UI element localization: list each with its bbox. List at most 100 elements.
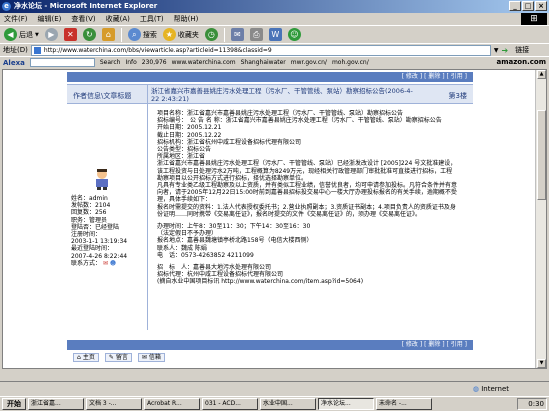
alexa-search-input[interactable] [29, 58, 95, 67]
author-info: 姓名：admin 发帖数：2104 回复数：256 职务：管理员 登陆否：已经登… [71, 195, 145, 267]
minimize-button[interactable]: _ [509, 1, 521, 11]
start-button[interactable]: 开始 [2, 398, 26, 410]
post-content: 项目名称：浙江省嘉兴市嘉善县姚庄污水处理工程（污水厂、干管管线、泵站）勘察招标公… [157, 110, 458, 218]
task-waterchina[interactable]: 水业中国... [260, 398, 316, 410]
print-icon: ⎙ [249, 28, 263, 41]
search-button[interactable]: ⌕ 搜索 [127, 28, 157, 41]
register-time-label: 注册时间： [71, 231, 102, 239]
taskbar: 开始 浙江省嘉... 文档 3 -... Acrobat R... 031 - … [0, 396, 549, 411]
login-state: 已经登陆 [95, 223, 120, 231]
favorites-button[interactable]: ★ 收藏夹 [162, 28, 199, 41]
stop-button[interactable]: ✕ [63, 28, 77, 41]
post-bottom-actions[interactable]: [ 修改 ] [ 删除 ] [ 引用 ] [67, 340, 473, 350]
address-input[interactable]: http://www.waterchina.com/bbs/viewarticl… [30, 44, 491, 56]
post-title: 浙江省嘉兴市嘉善县姚庄污水处理工程（污水厂、干管管线、泵站）勘察招标公告(200… [151, 87, 413, 103]
homepage-button[interactable]: ⌂ 主页 [73, 353, 99, 362]
home-icon: ⌂ [101, 28, 115, 41]
ie-window: e 净水论坛 - Microsoft Internet Explorer _ □… [0, 0, 549, 411]
task-untitled[interactable]: 未命名 -... [376, 398, 432, 410]
alexa-link-moh[interactable]: moh.gov.cn/ [332, 59, 369, 66]
title-bar: e 净水论坛 - Microsoft Internet Explorer _ □… [0, 0, 549, 13]
contact-label: 联系方式： [71, 259, 102, 267]
alexa-link-mwr[interactable]: mwr.gov.cn/ [291, 59, 327, 66]
post-icons: ⌂ 主页 ✎ 留言 ✉ 信箱 [73, 353, 165, 362]
address-url: http://www.waterchina.com/bbs/viewarticl… [43, 46, 272, 54]
menu-view[interactable]: 查看(V) [71, 14, 95, 24]
page-icon [33, 46, 41, 54]
toolbar-separator [223, 27, 225, 42]
links-label[interactable]: 链接 [515, 45, 529, 55]
task-forum[interactable]: 净水论坛... [318, 398, 374, 410]
mail-icon: ✉ [230, 28, 244, 41]
menu-help[interactable]: 帮助(H) [174, 14, 199, 24]
alexa-toolbar: Alexa Search Info 230,976 www.waterchina… [0, 56, 549, 68]
forum-post: [ 修改 ] [ 删除 ] [ 引用 ] 作者信息\文章标题 浙江省嘉兴市嘉善县… [67, 70, 473, 368]
message-label: 留言 [115, 354, 128, 361]
login-state-label: 登陆否： [71, 223, 96, 231]
history-icon: ◷ [204, 28, 218, 41]
alexa-info-button[interactable]: Info [125, 59, 136, 66]
task-acdsee[interactable]: 031 - ACD... [202, 398, 258, 410]
menu-favorites[interactable]: 收藏(A) [106, 14, 130, 24]
globe-icon: ◍ [472, 385, 479, 393]
alexa-logo: Alexa [3, 58, 25, 67]
search-label: 搜索 [142, 30, 157, 39]
floor-number: 第3楼 [448, 92, 467, 100]
windows-logo-icon: ⊞ [521, 13, 547, 25]
task-acrobat[interactable]: Acrobat R... [144, 398, 200, 410]
scroll-up-icon[interactable]: ▲ [537, 70, 546, 79]
qq-icon[interactable]: ☻ [110, 260, 116, 267]
amazon-logo[interactable]: amazon.com [496, 58, 546, 66]
last-login-label: 最近登陆时间： [71, 245, 114, 253]
task-zhejiang[interactable]: 浙江省嘉... [28, 398, 84, 410]
mail-button[interactable]: ✉ [230, 28, 244, 41]
address-dropdown-icon[interactable]: ▼ [494, 47, 499, 54]
messenger-button[interactable]: ☺ [287, 28, 301, 41]
chevron-down-icon: ▼ [35, 31, 39, 38]
contact-icon[interactable]: ✉ [103, 260, 108, 267]
close-button[interactable]: × [535, 1, 547, 11]
refresh-button[interactable]: ↻ [82, 28, 96, 41]
post-header: 作者信息\文章标题 浙江省嘉兴市嘉善县姚庄污水处理工程（污水厂、干管管线、泵站）… [67, 84, 473, 104]
house-icon: ⌂ [77, 354, 81, 361]
menu-tools[interactable]: 工具(T) [140, 14, 164, 24]
homepage-label: 主页 [82, 354, 95, 361]
alexa-search-button[interactable]: Search [100, 59, 121, 66]
menu-file[interactable]: 文件(F) [4, 14, 28, 24]
email-label: 信箱 [148, 354, 161, 361]
maximize-button[interactable]: □ [522, 1, 534, 11]
post-body: 项目名称：浙江省嘉兴市嘉善县姚庄污水处理工程（污水厂、干管管线、泵站）勘察招标公… [157, 110, 457, 286]
replies-label: 回复数： [71, 209, 96, 217]
email-button[interactable]: ✉ 信箱 [137, 353, 165, 362]
edit-icon: W [268, 28, 282, 41]
task-document[interactable]: 文档 3 -... [86, 398, 142, 410]
menu-edit[interactable]: 编辑(E) [38, 14, 62, 24]
post-top-actions[interactable]: [ 修改 ] [ 删除 ] [ 引用 ] [67, 72, 473, 82]
status-bar: ◍ Internet [0, 381, 549, 394]
avatar [96, 169, 108, 190]
vertical-scrollbar[interactable]: ▲ ▼ [535, 70, 546, 368]
toolbar-separator [120, 27, 122, 42]
author-name[interactable]: admin [89, 195, 108, 202]
alexa-link-shanghaiwater[interactable]: Shanghaiwater [241, 59, 286, 66]
reply-count: 256 [95, 209, 107, 217]
back-label: 后退 [19, 30, 33, 39]
scroll-thumb[interactable] [537, 110, 546, 200]
post-contact: 办理时间：上午8：30至11：30；下午14：30至16：30 （法定假日不予办… [157, 223, 313, 259]
message-button[interactable]: ✎ 留言 [104, 353, 132, 362]
last-login-time: 2007-4-26 8:22:44 [71, 252, 128, 260]
forward-arrow-icon: ▶ [44, 28, 58, 41]
system-clock: 0:30 [517, 398, 547, 410]
forward-button[interactable]: ▶ [44, 28, 58, 41]
author-info-header: 作者信息\文章标题 [73, 92, 132, 100]
go-arrow-icon[interactable]: ➔ [501, 46, 508, 55]
back-button[interactable]: ◀ 后退 ▼ [4, 28, 39, 41]
back-arrow-icon: ◀ [4, 28, 17, 41]
alexa-link-waterchina[interactable]: www.waterchina.com [172, 59, 236, 66]
print-button[interactable]: ⎙ [249, 28, 263, 41]
history-button[interactable]: ◷ [204, 28, 218, 41]
home-button[interactable]: ⌂ [101, 28, 115, 41]
scroll-down-icon[interactable]: ▼ [537, 359, 546, 368]
edit-button[interactable]: W [268, 28, 282, 41]
security-zone: ◍ Internet [473, 383, 509, 395]
